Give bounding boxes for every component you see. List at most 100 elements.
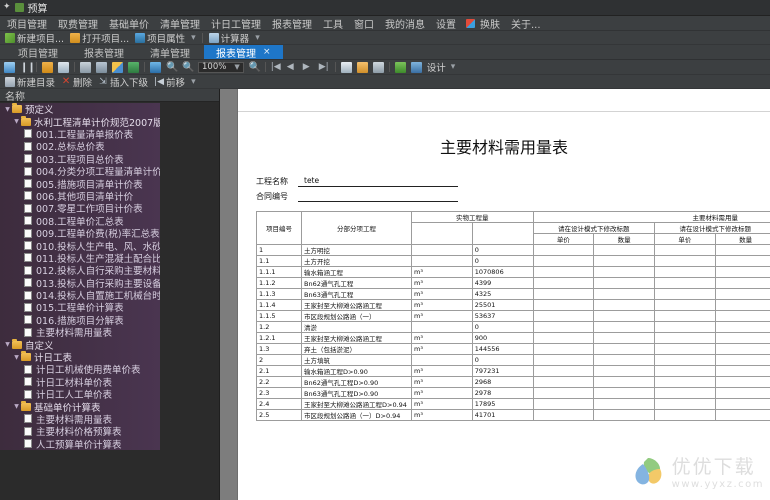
- chevron-down-icon[interactable]: ▼: [12, 118, 21, 125]
- tree-sheet-node[interactable]: 008.工程单价汇总表: [0, 214, 160, 228]
- menu-item-baseprice[interactable]: 基础单价: [108, 16, 150, 31]
- zoom-out-icon[interactable]: 🔍: [166, 62, 178, 73]
- pause-icon[interactable]: ❙❙: [20, 62, 36, 73]
- open-folder-icon[interactable]: [42, 61, 53, 73]
- menu-item-skin[interactable]: 换肤: [466, 16, 501, 31]
- tree-sheet-node[interactable]: 003.工程项目总价表: [0, 152, 160, 166]
- tree-sheet-node[interactable]: 015.工程单价计算表: [0, 301, 160, 314]
- chevron-down-icon[interactable]: ▼: [3, 106, 12, 113]
- new-directory-button[interactable]: 新建目录: [5, 75, 55, 89]
- grid-view-icon[interactable]: [4, 61, 15, 73]
- tree-folder-node[interactable]: ▼ 计日工表: [0, 350, 160, 364]
- calculator-button[interactable]: 计算器: [208, 31, 249, 45]
- close-icon[interactable]: ×: [263, 47, 271, 57]
- tab-report-management-1[interactable]: 报表管理: [72, 45, 136, 60]
- chevron-down-icon[interactable]: ▼: [12, 354, 21, 361]
- chevron-down-icon[interactable]: ▼: [12, 403, 21, 410]
- table-row[interactable]: 1.1.1 输水箱涵工程 m³ 1070806: [256, 266, 770, 278]
- menu-item-report[interactable]: 报表管理: [271, 16, 313, 31]
- project-properties-button[interactable]: 项目属性: [135, 31, 185, 45]
- tab-report-management-active[interactable]: 报表管理 ×: [204, 45, 283, 60]
- first-page-icon[interactable]: |◀: [271, 62, 282, 73]
- book-icon[interactable]: [372, 61, 384, 73]
- toolbar-overflow-1[interactable]: ▾: [191, 33, 196, 43]
- tree-sheet-node[interactable]: 主要材料需用量表: [0, 326, 160, 339]
- report-tree[interactable]: ▼预定义▼水利工程清单计价规范2007版报表001.工程量清单报价表002.总标…: [0, 102, 160, 500]
- tree-sheet-node[interactable]: 001.工程量清单报价表: [0, 127, 160, 141]
- tree-folder-node[interactable]: ▼ 自定义: [0, 338, 160, 352]
- project-name-value[interactable]: tete: [298, 176, 458, 187]
- tree-sheet-node[interactable]: 013.投标人自行采购主要设备预算价格汇总: [0, 276, 160, 290]
- last-page-icon[interactable]: ▶|: [319, 62, 330, 73]
- table-row[interactable]: 1.1.4 王家封至大柳滩公路涵工程 m³ 25501: [256, 299, 770, 311]
- tree-sheet-node[interactable]: 002.总标总价表: [0, 140, 160, 153]
- prev-page-icon[interactable]: ◀: [287, 62, 298, 73]
- delete-button[interactable]: ✕ 删除: [61, 75, 92, 89]
- menu-item-settings[interactable]: 设置: [435, 16, 457, 31]
- table-row[interactable]: 1.1.2 Bn62通气孔工程 m³ 4399: [256, 277, 770, 289]
- tree-sheet-node[interactable]: 011.投标人生产混凝土配合比材料表: [0, 251, 160, 265]
- tree-sheet-node[interactable]: 006.其他项目清单计价: [0, 189, 160, 203]
- zoom-in-icon[interactable]: 🔍: [182, 62, 194, 73]
- menu-item-daywork[interactable]: 计日工管理: [210, 16, 262, 31]
- tree-folder-node[interactable]: ▼ 基础单价计算表: [0, 400, 160, 414]
- tree-sheet-node[interactable]: 009.工程单价费(税)率汇总表: [0, 226, 160, 240]
- table-row[interactable]: 2.5 市区段规划公路涵（一）D>0.94 m³ 41701: [256, 409, 770, 421]
- design-mode-icon[interactable]: [410, 61, 422, 73]
- export-icon[interactable]: [112, 61, 123, 73]
- table-row[interactable]: 1.1 土方开挖 0: [256, 255, 770, 267]
- people-icon[interactable]: [356, 61, 368, 73]
- tree-sheet-node[interactable]: 004.分类分项工程量清单计价表: [0, 164, 160, 178]
- menu-item-about[interactable]: 关于...: [510, 16, 542, 31]
- insert-child-button[interactable]: ⇲ 插入下级: [98, 75, 148, 89]
- move-up-button[interactable]: |◀ 前移: [154, 75, 185, 89]
- print-preview-icon[interactable]: [96, 61, 107, 73]
- menu-item-billing[interactable]: 清单管理: [159, 16, 201, 31]
- tree-sheet-node[interactable]: 005.措施项目清单计价表: [0, 177, 160, 191]
- table-row[interactable]: 1.1.3 Bn63通气孔工程 m³ 4325: [256, 288, 770, 300]
- table-row[interactable]: 1.3 弃土（包括淤泥） m³ 144556: [256, 343, 770, 355]
- tree-sheet-node[interactable]: 人工预算单价计算表: [0, 437, 160, 451]
- menu-item-fee[interactable]: 取费管理: [57, 16, 99, 31]
- menu-item-project[interactable]: 项目管理: [6, 16, 48, 31]
- tree-sheet-node[interactable]: 010.投标人生产电、风、水砂石基础单价汇: [0, 239, 160, 253]
- tab-billing-management[interactable]: 清单管理: [138, 45, 202, 60]
- table-row[interactable]: 1.1.5 市区段规划公路涵（一） m³ 53637: [256, 310, 770, 322]
- toolbar-overflow-4[interactable]: ▾: [191, 77, 196, 87]
- excel-export-icon[interactable]: [128, 61, 139, 73]
- chevron-down-icon[interactable]: ▼: [3, 341, 12, 348]
- table-row[interactable]: 2.3 Bn63通气孔工程D>0.90 m³ 2978: [256, 387, 770, 399]
- tree-sheet-node[interactable]: 016.措施项目分解表: [0, 313, 160, 327]
- zoom-level-select[interactable]: 100% ▼: [198, 61, 244, 73]
- add-green-icon[interactable]: [394, 61, 406, 73]
- toolbar-overflow-3[interactable]: ▾: [451, 62, 456, 72]
- menu-item-tools[interactable]: 工具: [322, 16, 344, 31]
- open-project-button[interactable]: 打开项目...: [70, 31, 129, 45]
- tree-sheet-node[interactable]: 计日工材料单价表: [0, 375, 160, 389]
- zoom-select-icon[interactable]: 🔍: [249, 62, 261, 73]
- save-icon[interactable]: [58, 61, 69, 73]
- tree-sheet-node[interactable]: 012.投标人自行采购主要材料价格汇总表: [0, 264, 160, 277]
- table-row[interactable]: 1 土方明挖 0: [256, 244, 770, 256]
- menu-item-messages[interactable]: 我的消息: [384, 16, 426, 31]
- table-row[interactable]: 1.2 清淤 0: [256, 321, 770, 333]
- tree-sheet-node[interactable]: 主要材料价格预算表: [0, 425, 160, 438]
- contract-no-value[interactable]: [298, 192, 458, 202]
- table-row[interactable]: 2.4 王家封至大柳滩公路涵工程D>0.94 m³ 17895: [256, 398, 770, 410]
- tree-sheet-node[interactable]: 007.零星工作项目计价表: [0, 202, 160, 215]
- table-row[interactable]: 2.2 Bn62通气孔工程D>0.90 m³ 2968: [256, 376, 770, 388]
- table-row[interactable]: 2.1 输水箱涵工程D>0.90 m³ 797231: [256, 365, 770, 377]
- page-setup-icon[interactable]: [150, 61, 161, 73]
- menu-item-window[interactable]: 窗口: [353, 16, 375, 31]
- tab-project-management[interactable]: 项目管理: [6, 45, 70, 60]
- design-mode-label[interactable]: 设计: [427, 60, 446, 74]
- tree-sheet-node[interactable]: 计日工人工单价表: [0, 387, 160, 401]
- flag-icon[interactable]: [340, 61, 352, 73]
- tree-folder-node[interactable]: ▼水利工程清单计价规范2007版报表: [0, 115, 160, 129]
- table-row[interactable]: 2 土方填筑 0: [256, 354, 770, 366]
- toolbar-overflow-2[interactable]: ▾: [255, 33, 260, 43]
- next-page-icon[interactable]: ▶: [303, 62, 314, 73]
- print-icon[interactable]: [80, 61, 91, 73]
- new-project-button[interactable]: 新建项目...: [5, 31, 64, 45]
- table-row[interactable]: 1.2.1 王家封至大柳滩公路涵工程 m³ 900: [256, 332, 770, 344]
